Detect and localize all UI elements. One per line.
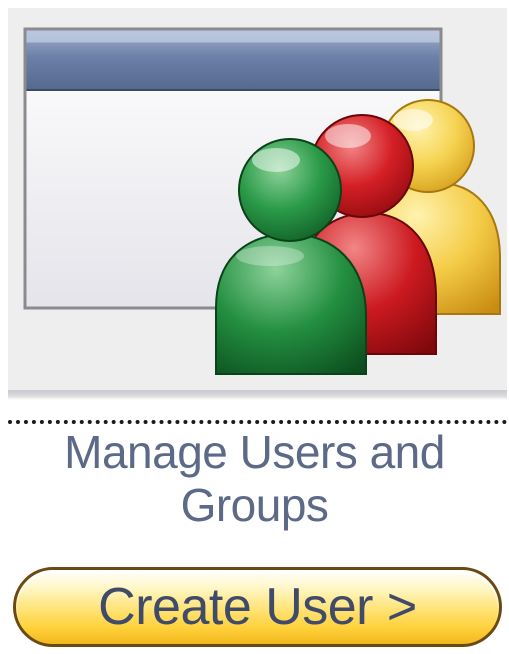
tile-title-line1: Manage Users and — [64, 426, 445, 478]
tile-title-line2: Groups — [180, 479, 329, 531]
tile-bottom-divider — [8, 390, 507, 400]
create-user-button[interactable]: Create User > — [13, 567, 502, 647]
manage-users-groups-icon[interactable] — [8, 8, 507, 390]
dotted-divider — [8, 420, 507, 424]
tile-title[interactable]: Manage Users and Groups — [0, 426, 509, 532]
